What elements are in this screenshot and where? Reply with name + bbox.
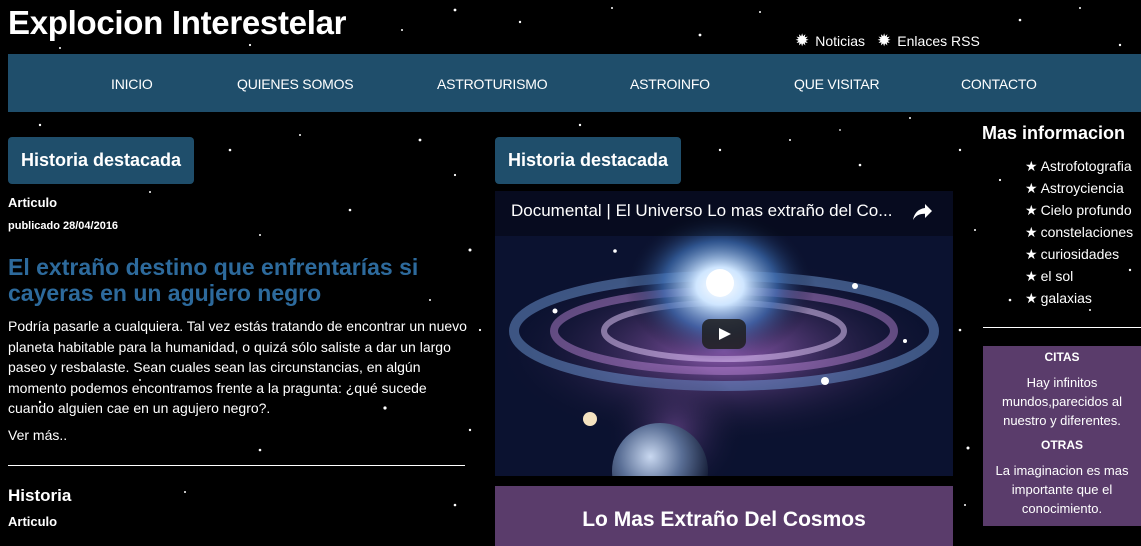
read-more-link[interactable]: Ver más.. (8, 427, 67, 443)
sidebar-item-label: constelaciones (1040, 224, 1134, 240)
featured-tag-left: Historia destacada (8, 137, 195, 184)
article-date: publicado 28/04/2016 (8, 220, 119, 232)
share-icon[interactable] (911, 199, 935, 223)
star-icon: ★ (1025, 202, 1038, 218)
video-caption-box: Lo Mas Extraño Del Cosmos (495, 486, 953, 546)
rss-label: Enlaces RSS (897, 32, 980, 49)
noticias-link[interactable]: ✹ Noticias (795, 32, 865, 49)
gear-icon: ✹ (877, 31, 892, 50)
article-body: Podría pasarle a cualquiera. Tal vez est… (8, 318, 467, 416)
sidebar-item-astrofotografia[interactable]: ★ Astrofotografia (1025, 155, 1133, 177)
next-article-category: Articulo (8, 514, 58, 529)
sidebar-item-constelaciones[interactable]: ★ constelaciones (1025, 221, 1133, 243)
video-title[interactable]: Documental | El Universo Lo mas extraño … (511, 201, 892, 221)
article-category: Articulo (8, 195, 58, 210)
quote-text: Hay infinitos mundos,parecidos al nuestr… (1002, 375, 1122, 428)
star-icon: ★ (1025, 224, 1038, 240)
quotes-box: CITAS Hay infinitos mundos,parecidos al … (983, 346, 1141, 526)
nav-item-astroturismo[interactable]: ASTROTURISMO (437, 76, 548, 92)
site-title: Explocion Interestelar (8, 4, 347, 41)
nav-item-astroinfo[interactable]: ASTROINFO (630, 76, 710, 92)
quote-text-other: La imaginacion es mas importante que el … (995, 463, 1129, 516)
sidebar-divider (983, 327, 1141, 328)
divider (8, 465, 465, 466)
main-navbar: INICIO QUIENES SOMOS ASTROTURISMO ASTROI… (8, 54, 1141, 112)
star-icon: ★ (1025, 180, 1038, 196)
star-icon: ★ (1025, 268, 1038, 284)
sidebar-item-label: curiosidades (1040, 246, 1120, 262)
sidebar-links: ★ Astrofotografia ★ Astroyciencia ★ Cielo p… (1025, 155, 1133, 309)
sidebar-item-label: el sol (1040, 268, 1074, 284)
article-title-link[interactable]: El extraño destino que enfrentarías si c… (8, 254, 468, 306)
sidebar-item-label: Cielo profundo (1040, 202, 1132, 218)
nav-item-quienes-somos[interactable]: QUIENES SOMOS (237, 76, 354, 92)
sidebar-item-label: Astrofotografia (1040, 158, 1132, 174)
sidebar-item-label: Astroyciencia (1040, 180, 1124, 196)
video-caption-title: Lo Mas Extraño Del Cosmos (582, 508, 866, 531)
sidebar-item-el-sol[interactable]: ★ el sol (1025, 265, 1133, 287)
top-links: ✹ Noticias ✹ Enlaces RSS (795, 32, 980, 49)
sidebar-item-astroyciencia[interactable]: ★ Astroyciencia (1025, 177, 1133, 199)
sidebar-item-label: galaxias (1040, 290, 1092, 306)
rss-link[interactable]: ✹ Enlaces RSS (877, 32, 980, 49)
sidebar-item-galaxias[interactable]: ★ galaxias (1025, 287, 1133, 309)
video-player[interactable]: Documental | El Universo Lo mas extraño … (495, 191, 953, 476)
nav-item-inicio[interactable]: INICIO (111, 76, 153, 92)
play-button[interactable] (702, 319, 746, 349)
noticias-label: Noticias (815, 32, 866, 49)
star-icon: ★ (1025, 246, 1038, 262)
featured-tag-middle: Historia destacada (495, 137, 682, 184)
nav-item-contacto[interactable]: CONTACTO (961, 76, 1037, 92)
gear-icon: ✹ (795, 31, 810, 50)
star-icon: ★ (1025, 290, 1038, 306)
star-icon: ★ (1025, 158, 1038, 174)
sidebar-title: Mas informacion (982, 123, 1126, 143)
nav-item-que-visitar[interactable]: QUE VISITAR (794, 76, 880, 92)
quotes-heading: CITAS (1044, 350, 1080, 364)
sidebar-item-cielo-profundo[interactable]: ★ Cielo profundo (1025, 199, 1133, 221)
section-title: Historia (8, 486, 72, 505)
quotes-heading-other: OTRAS (1041, 438, 1083, 452)
sidebar-item-curiosidades[interactable]: ★ curiosidades (1025, 243, 1133, 265)
